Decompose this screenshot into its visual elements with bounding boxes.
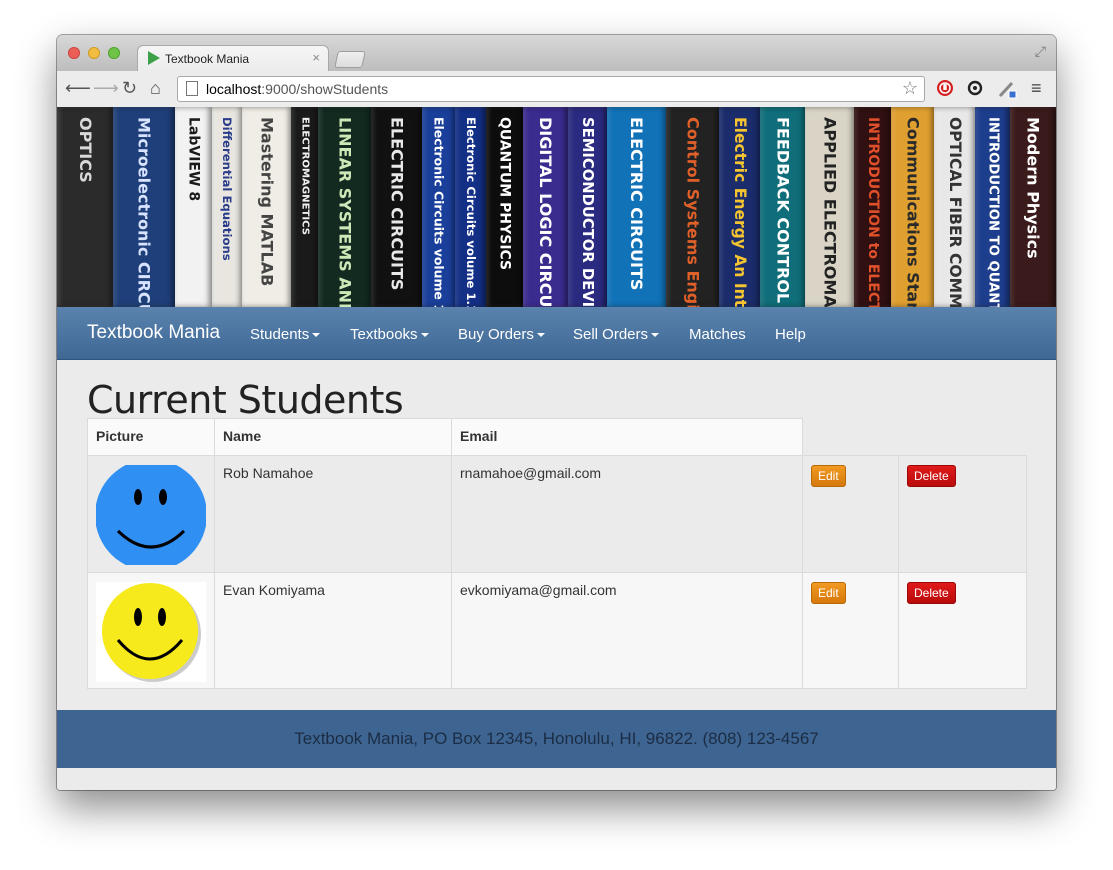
nav-matches[interactable]: Matches	[689, 326, 746, 343]
edit-button[interactable]: Edit	[811, 465, 846, 487]
book-spine: SEMICONDUCTOR DEVICES Physics and Tech	[567, 107, 608, 307]
book-spine: OPTICAL FIBER COMMUNICATIONS	[934, 107, 976, 307]
book-spine: ELECTRIC CIRCUITS	[371, 107, 423, 307]
nav-students[interactable]: Students	[250, 326, 321, 343]
delete-button[interactable]: Delete	[907, 465, 956, 487]
book-spine: Electric Energy An Intro	[719, 107, 761, 307]
back-arrow-icon[interactable]: ⟵	[65, 79, 91, 97]
stop-extension-icon[interactable]	[936, 79, 954, 102]
book-spine: INTRODUCTION TO QUANTUM MECHANICS	[975, 107, 1011, 307]
caret-down-icon	[536, 333, 545, 338]
home-icon[interactable]: ⌂	[150, 79, 161, 97]
eyedropper-extension-icon[interactable]	[997, 79, 1017, 104]
nav-help[interactable]: Help	[775, 326, 806, 343]
site-footer: Textbook Mania, PO Box 12345, Honolulu, …	[57, 710, 1056, 768]
caret-down-icon	[420, 333, 429, 338]
column-header-name: Name	[214, 418, 452, 456]
table-cell-edit: Edit	[802, 572, 899, 689]
url-text[interactable]: localhost:9000/showStudents	[206, 81, 388, 97]
book-spine: ELECTRIC CIRCUITS	[606, 107, 667, 307]
column-header-picture: Picture	[87, 418, 215, 456]
play-favicon-icon	[148, 51, 160, 65]
zoom-window-button[interactable]	[108, 47, 120, 59]
edit-button[interactable]: Edit	[811, 582, 846, 604]
book-spine: QUANTUM PHYSICS	[485, 107, 524, 307]
sync-extension-icon[interactable]	[966, 79, 984, 102]
tab-close-icon[interactable]: ×	[312, 50, 320, 65]
book-spine: LINEAR SYSTEMS AND SIGNALS	[318, 107, 372, 307]
close-window-button[interactable]	[68, 47, 80, 59]
book-spine: Modern Physics	[1009, 107, 1056, 307]
new-tab-button[interactable]	[334, 51, 366, 68]
avatar	[96, 582, 206, 682]
table-cell-delete: Delete	[898, 455, 1027, 573]
table-cell-email: evkomiyama@gmail.com	[451, 572, 803, 689]
book-spine: Differential Equations	[211, 107, 243, 307]
book-spine: FEEDBACK CONTROL SYSTEMS	[760, 107, 806, 307]
table-row-2-picture	[87, 572, 215, 689]
fullscreen-icon[interactable]: ⤢	[1035, 43, 1046, 60]
menu-icon[interactable]: ≡	[1031, 79, 1042, 97]
book-spine: ELECTROMAGNETICS	[291, 107, 319, 307]
book-spine: Microelectronic CIRCUITS	[113, 107, 176, 307]
book-spine: Communications Stanley & Jeffords	[891, 107, 935, 307]
book-spine: Control Systems Engineering	[666, 107, 720, 307]
site-navbar: Textbook Mania Students Textbooks Buy Or…	[57, 307, 1056, 360]
book-spine: Mastering MATLAB	[242, 107, 292, 307]
book-spine: INTRODUCTION to ELECTRODYNAMICS	[854, 107, 892, 307]
table-cell-name: Rob Namahoe	[214, 455, 452, 573]
table-cell-name: Evan Komiyama	[214, 572, 452, 689]
browser-tab[interactable]: Textbook Mania ×	[137, 45, 329, 72]
table-cell-email: rnamahoe@gmail.com	[451, 455, 803, 573]
page-title: Current Students	[87, 378, 404, 422]
bookshelf-banner: OPTICS Microelectronic CIRCUITS LabVIEW 8D…	[57, 107, 1056, 307]
avatar	[95, 459, 207, 571]
nav-buy-orders[interactable]: Buy Orders	[458, 326, 545, 343]
book-spine: OPTICS	[57, 107, 114, 307]
footer-address: Textbook Mania, PO Box 12345, Honolulu, …	[294, 729, 819, 748]
address-bar[interactable]: localhost:9000/showStudents ☆	[177, 76, 925, 102]
table-cell-edit: Edit	[802, 455, 899, 573]
book-spine: APPLIED ELECTROMAGNETICS	[805, 107, 855, 307]
caret-down-icon	[651, 333, 660, 338]
table-cell-delete: Delete	[898, 572, 1027, 689]
minimize-window-button[interactable]	[88, 47, 100, 59]
page-bottom	[57, 768, 1056, 790]
forward-arrow-icon[interactable]: ⟶	[93, 79, 119, 97]
column-header-email: Email	[451, 418, 803, 456]
bookmark-star-icon[interactable]: ☆	[902, 78, 918, 99]
tab-title: Textbook Mania	[165, 52, 250, 66]
delete-button[interactable]: Delete	[907, 582, 956, 604]
book-spine: DIGITAL LOGIC CIRCUIT ANALYSIS & DESIGN	[522, 107, 569, 307]
book-spine: Electronic Circuits volume 1.2	[422, 107, 456, 307]
browser-toolbar: ⟵ ⟶ ↻ ⌂ localhost:9000/showStudents ☆ ≡	[57, 71, 1056, 108]
book-spine: Electronic Circuits volume 1.1	[455, 107, 487, 307]
caret-down-icon	[312, 333, 321, 338]
table-row-1-picture	[87, 455, 215, 573]
nav-sell-orders[interactable]: Sell Orders	[573, 326, 660, 343]
reload-icon[interactable]: ↻	[122, 79, 137, 97]
brand-link[interactable]: Textbook Mania	[87, 322, 220, 344]
tab-strip: Textbook Mania × ⤢	[57, 35, 1056, 72]
book-spine: LabVIEW 8	[174, 107, 213, 307]
main-content: Current Students Picture Name Email Rob …	[57, 360, 1056, 710]
browser-window: Textbook Mania × ⤢ ⟵ ⟶ ↻ ⌂ localhost:900…	[57, 35, 1056, 790]
nav-textbooks[interactable]: Textbooks	[350, 326, 429, 343]
page-icon	[186, 81, 198, 96]
